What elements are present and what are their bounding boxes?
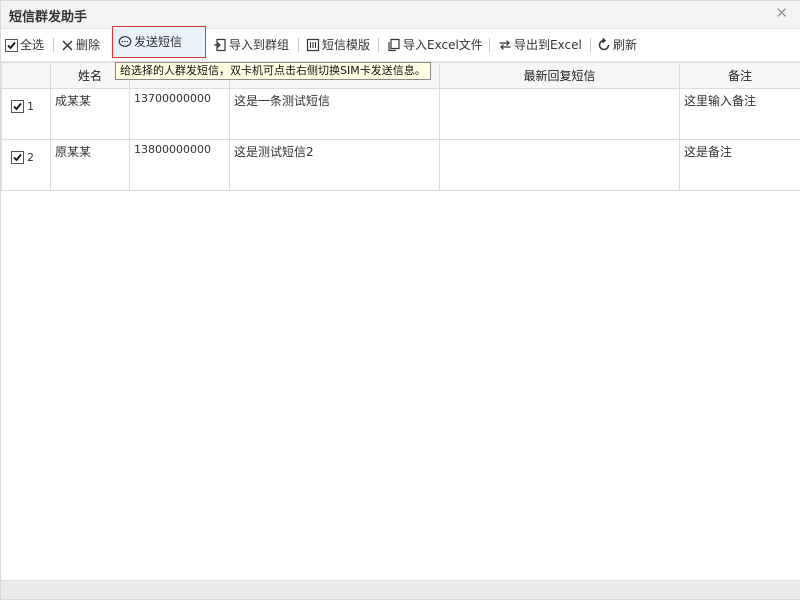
- row-number: 1: [27, 100, 34, 113]
- row-checkbox[interactable]: [11, 100, 24, 113]
- send-sms-button[interactable]: 发送短信: [112, 26, 206, 58]
- refresh-label: 刷新: [613, 34, 637, 56]
- row-number: 2: [27, 151, 34, 164]
- reply-cell[interactable]: [440, 89, 680, 140]
- toolbar-divider: [378, 38, 379, 52]
- toolbar: 全选 删除 发送短信 导入到群组 短信模版 导入Excel文件 导出到E: [1, 29, 800, 62]
- toolbar-divider: [298, 38, 299, 52]
- refresh-button[interactable]: 刷新: [597, 34, 637, 56]
- message-cell[interactable]: 这是测试短信2: [230, 140, 440, 191]
- name-cell[interactable]: 原某某: [51, 140, 130, 191]
- import-excel-button[interactable]: 导入Excel文件: [387, 34, 483, 56]
- import-icon: [213, 38, 227, 52]
- select-all-button[interactable]: 全选: [5, 34, 44, 56]
- phone-cell[interactable]: 13800000000: [130, 140, 230, 191]
- copy-icon: [387, 38, 401, 52]
- contacts-grid: 姓名 最新回复短信 备注 1 成某某 13700000000 这是一: [1, 62, 800, 191]
- reply-cell[interactable]: [440, 140, 680, 191]
- name-cell[interactable]: 成某某: [51, 89, 130, 140]
- template-icon: [306, 38, 320, 52]
- export-excel-label: 导出到Excel: [514, 34, 582, 56]
- refresh-icon: [597, 38, 611, 52]
- horizontal-scrollbar[interactable]: [1, 580, 800, 599]
- import-excel-label: 导入Excel文件: [403, 34, 483, 56]
- remark-cell[interactable]: 这是备注: [680, 140, 800, 191]
- send-sms-tooltip: 给选择的人群发短信，双卡机可点击右侧切换SIM卡发送信息。: [115, 62, 431, 80]
- toolbar-divider: [489, 38, 490, 52]
- message-cell[interactable]: 这是一条测试短信: [230, 89, 440, 140]
- close-icon[interactable]: ✕: [775, 4, 788, 22]
- import-group-button[interactable]: 导入到群组: [213, 34, 289, 56]
- phone-cell[interactable]: 13700000000: [130, 89, 230, 140]
- close-icon: [61, 39, 74, 52]
- window-title: 短信群发助手: [9, 6, 87, 25]
- column-header-latest-reply[interactable]: 最新回复短信: [440, 63, 680, 89]
- send-sms-label: 发送短信: [134, 31, 182, 53]
- export-excel-button[interactable]: 导出到Excel: [498, 34, 582, 56]
- delete-label: 删除: [76, 34, 100, 56]
- remark-cell[interactable]: 这里输入备注: [680, 89, 800, 140]
- select-all-label: 全选: [20, 34, 44, 56]
- delete-button[interactable]: 删除: [61, 34, 100, 56]
- title-bar: 短信群发助手 ✕: [1, 1, 800, 29]
- checkbox-icon: [5, 39, 18, 52]
- column-header-remark[interactable]: 备注: [680, 63, 800, 89]
- sms-template-button[interactable]: 短信模版: [306, 34, 370, 56]
- sms-template-label: 短信模版: [322, 34, 370, 56]
- row-select-cell[interactable]: 1: [2, 89, 51, 140]
- import-group-label: 导入到群组: [229, 34, 289, 56]
- chat-bubble-icon: [118, 35, 132, 49]
- toolbar-divider: [590, 38, 591, 52]
- table-row[interactable]: 2 原某某 13800000000 这是测试短信2 这是备注: [2, 140, 800, 191]
- sms-helper-window: 短信群发助手 ✕ 全选 删除 发送短信 导入到群组 短信模版: [0, 0, 800, 600]
- row-checkbox[interactable]: [11, 151, 24, 164]
- column-header-checkbox[interactable]: [2, 63, 51, 89]
- row-select-cell[interactable]: 2: [2, 140, 51, 191]
- table-row[interactable]: 1 成某某 13700000000 这是一条测试短信 这里输入备注: [2, 89, 800, 140]
- export-arrows-icon: [498, 38, 512, 52]
- toolbar-divider: [53, 38, 54, 52]
